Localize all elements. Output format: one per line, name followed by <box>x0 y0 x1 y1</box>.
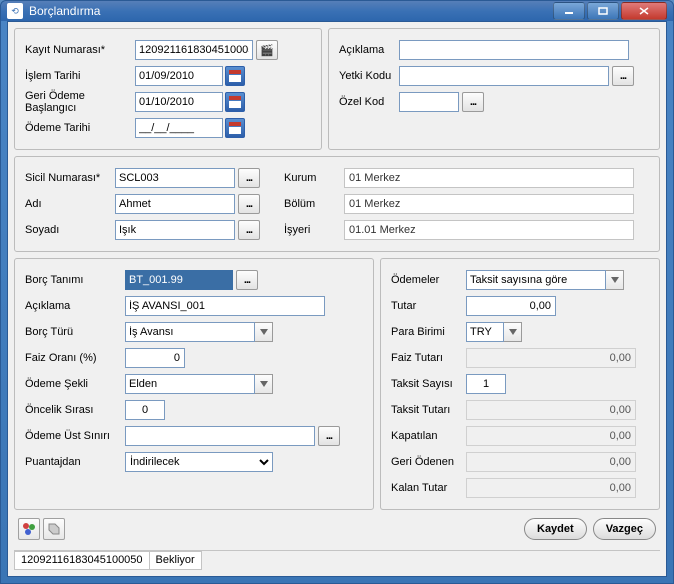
adi-input[interactable] <box>115 194 235 214</box>
para-birimi-combo[interactable] <box>466 322 504 342</box>
faiz-orani-input[interactable] <box>125 348 185 368</box>
tutar-input[interactable] <box>466 296 556 316</box>
odeme-sekli-label: Ödeme Şekli <box>25 378 125 390</box>
ellipsis-icon[interactable]: ... <box>238 220 260 240</box>
panel-meta: Açıklama Yetki Kodu ... Özel Kod ... <box>328 28 660 150</box>
calendar-icon[interactable] <box>225 66 245 86</box>
calendar-icon[interactable] <box>225 92 245 112</box>
aciklama2-label: Açıklama <box>25 300 125 312</box>
window-title: Borçlandırma <box>29 4 553 18</box>
islem-tarihi-input[interactable] <box>135 66 223 86</box>
faiz-tutar-field: 0,00 <box>466 348 636 368</box>
kalan-label: Kalan Tutar <box>391 482 466 494</box>
ellipsis-icon[interactable]: ... <box>238 168 260 188</box>
cancel-button[interactable]: Vazgeç <box>593 518 656 540</box>
bolum-field: 01 Merkez <box>344 194 634 214</box>
kayit-no-label: Kayıt Numarası* <box>25 44 135 56</box>
ellipsis-icon[interactable]: ... <box>318 426 340 446</box>
balls-icon[interactable] <box>18 518 40 540</box>
soyadi-label: Soyadı <box>25 224 115 236</box>
panel-debt: Borç Tanımı ... Açıklama Borç Türü F <box>14 258 374 510</box>
ust-sinir-label: Ödeme Üst Sınırı <box>25 430 125 442</box>
titlebar: ⟲ Borçlandırma <box>1 1 673 21</box>
chevron-down-icon[interactable] <box>255 322 273 342</box>
isyeri-field: 01.01 Merkez <box>344 220 634 240</box>
borc-tanimi-input[interactable] <box>125 270 233 290</box>
odemeler-combo[interactable] <box>466 270 606 290</box>
client-area: Kayıt Numarası* 🎬 İşlem Tarihi Geri Ödem… <box>7 21 667 577</box>
kurum-field: 01 Merkez <box>344 168 634 188</box>
aciklama-label: Açıklama <box>339 44 399 56</box>
tutar-label: Tutar <box>391 300 466 312</box>
maximize-button[interactable] <box>587 2 619 20</box>
kapatilan-label: Kapatılan <box>391 430 466 442</box>
geri-odeme-label: Geri Ödeme Başlangıcı <box>25 90 135 114</box>
status-state: Bekliyor <box>149 551 202 570</box>
yetki-kodu-input[interactable] <box>399 66 609 86</box>
puantajdan-label: Puantajdan <box>25 456 125 468</box>
para-birimi-label: Para Birimi <box>391 326 466 338</box>
odeme-tarihi-label: Ödeme Tarihi <box>25 122 135 134</box>
odeme-tarihi-input[interactable] <box>135 118 223 138</box>
ellipsis-icon[interactable]: ... <box>462 92 484 112</box>
panel-registration: Kayıt Numarası* 🎬 İşlem Tarihi Geri Ödem… <box>14 28 322 150</box>
tag-icon[interactable] <box>43 518 65 540</box>
oncelik-label: Öncelik Sırası <box>25 404 125 416</box>
puantajdan-select[interactable]: İndirilecek <box>125 452 273 472</box>
ozel-kod-label: Özel Kod <box>339 96 399 108</box>
borc-tanimi-label: Borç Tanımı <box>25 274 125 286</box>
taksit-sayisi-label: Taksit Sayısı <box>391 378 466 390</box>
aciklama2-input[interactable] <box>125 296 325 316</box>
taksit-sayisi-input[interactable] <box>466 374 506 394</box>
close-button[interactable] <box>621 2 667 20</box>
borc-turu-label: Borç Türü <box>25 326 125 338</box>
soyadi-input[interactable] <box>115 220 235 240</box>
sicil-no-label: Sicil Numarası* <box>25 172 115 184</box>
islem-tarihi-label: İşlem Tarihi <box>25 70 135 82</box>
kalan-field: 0,00 <box>466 478 636 498</box>
faiz-tutar-label: Faiz Tutarı <box>391 352 466 364</box>
save-button[interactable]: Kaydet <box>524 518 587 540</box>
taksit-tutar-label: Taksit Tutarı <box>391 404 466 416</box>
status-id: 12092116183045100050 <box>14 551 150 570</box>
ellipsis-icon[interactable]: ... <box>612 66 634 86</box>
window: ⟲ Borçlandırma Kayıt Numarası* 🎬 İşlem T… <box>0 0 674 584</box>
panel-payments: Ödemeler Tutar Para Birimi <box>380 258 660 510</box>
geri-odenen-label: Geri Ödenen <box>391 456 466 468</box>
kurum-label: Kurum <box>284 172 344 184</box>
aciklama-input[interactable] <box>399 40 629 60</box>
odemeler-label: Ödemeler <box>391 274 466 286</box>
odeme-sekli-combo[interactable] <box>125 374 255 394</box>
geri-odenen-field: 0,00 <box>466 452 636 472</box>
ellipsis-icon[interactable]: ... <box>236 270 258 290</box>
chevron-down-icon[interactable] <box>504 322 522 342</box>
minimize-button[interactable] <box>553 2 585 20</box>
oncelik-input[interactable] <box>125 400 165 420</box>
chevron-down-icon[interactable] <box>606 270 624 290</box>
kayit-no-input[interactable] <box>135 40 253 60</box>
faiz-orani-label: Faiz Oranı (%) <box>25 352 125 364</box>
footer: Kaydet Vazgeç <box>14 516 660 542</box>
sicil-no-input[interactable] <box>115 168 235 188</box>
app-icon: ⟲ <box>7 3 23 19</box>
ust-sinir-input[interactable] <box>125 426 315 446</box>
yetki-kodu-label: Yetki Kodu <box>339 70 399 82</box>
isyeri-label: İşyeri <box>284 224 344 236</box>
kapatilan-field: 0,00 <box>466 426 636 446</box>
bolum-label: Bölüm <box>284 198 344 210</box>
statusbar: 12092116183045100050 Bekliyor <box>14 550 660 570</box>
borc-turu-combo[interactable] <box>125 322 255 342</box>
ellipsis-icon[interactable]: ... <box>238 194 260 214</box>
clapper-icon[interactable]: 🎬 <box>256 40 278 60</box>
taksit-tutar-field: 0,00 <box>466 400 636 420</box>
panel-person: Sicil Numarası* ... Kurum 01 Merkez Adı … <box>14 156 660 252</box>
geri-odeme-input[interactable] <box>135 92 223 112</box>
calendar-icon[interactable] <box>225 118 245 138</box>
ozel-kod-input[interactable] <box>399 92 459 112</box>
adi-label: Adı <box>25 198 115 210</box>
chevron-down-icon[interactable] <box>255 374 273 394</box>
